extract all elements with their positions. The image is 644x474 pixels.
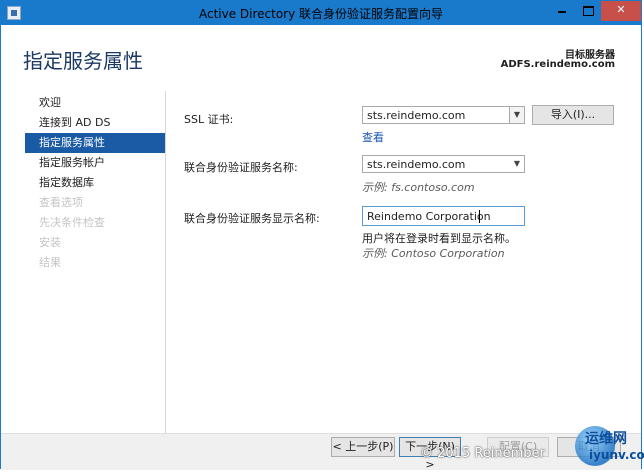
ssl-cert-value: sts.reindemo.com	[367, 109, 466, 122]
display-name-note: 用户将在登录时看到显示名称。	[362, 232, 516, 245]
previous-button[interactable]: < 上一步(P)	[331, 437, 395, 457]
maximize-icon	[582, 6, 594, 16]
title-bar[interactable]: Active Directory 联合身份验证服务配置向导 ✕	[1, 1, 641, 25]
nav-item-install: 安装	[39, 236, 61, 249]
nav-item-service-properties[interactable]: 指定服务属性	[25, 133, 166, 153]
service-name-combobox[interactable]: sts.reindemo.com ▼	[362, 155, 525, 173]
chevron-down-icon: ▼	[510, 156, 524, 172]
wizard-window: Active Directory 联合身份验证服务配置向导 ✕ 指定服务属性 目…	[0, 0, 642, 471]
display-name-value: Reindemo Corporation	[367, 210, 491, 223]
import-button[interactable]: 导入(I)...	[532, 105, 614, 125]
nav-item-service-account[interactable]: 指定服务帐户	[25, 153, 166, 173]
wizard-footer: < 上一步(P) 下一步(N) > 配置(C) 取消	[1, 433, 641, 471]
minimize-icon	[558, 11, 566, 13]
copyright-watermark: © 2015 Reinember	[420, 446, 545, 461]
ssl-cert-label: SSL 证书:	[184, 113, 234, 126]
nav-item-prereq-check: 先决条件检查	[39, 216, 105, 229]
ssl-cert-dropdown[interactable]: sts.reindemo.com ▼	[362, 106, 525, 124]
window-title: Active Directory 联合身份验证服务配置向导	[198, 7, 444, 21]
nav-item-review-options: 查看选项	[39, 196, 83, 209]
service-name-value: sts.reindemo.com	[367, 158, 466, 171]
wizard-nav: 欢迎 连接到 AD DS 指定服务属性 指定服务帐户 指定数据库 查看选项 先决…	[25, 93, 166, 273]
nav-item-connect-adds[interactable]: 连接到 AD DS	[25, 113, 166, 133]
display-name-example: 示例: Contoso Corporation	[362, 247, 505, 260]
service-name-example: 示例: fs.contoso.com	[362, 181, 475, 194]
service-name-label: 联合身份验证服务名称:	[184, 161, 298, 174]
target-server-value: ADFS.reindemo.com	[500, 59, 615, 70]
logo-line1: 运维网	[585, 431, 627, 447]
page-title: 指定服务属性	[23, 49, 143, 73]
view-cert-link[interactable]: 查看	[362, 129, 384, 145]
logo-line2: iyunv.com	[589, 448, 644, 462]
display-name-label: 联合身份验证服务显示名称:	[184, 212, 320, 225]
close-icon: ✕	[616, 3, 626, 16]
close-button[interactable]: ✕	[601, 1, 641, 21]
nav-divider	[165, 91, 166, 436]
nav-item-database[interactable]: 指定数据库	[25, 173, 166, 193]
maximize-button[interactable]	[575, 1, 601, 21]
minimize-button[interactable]	[549, 1, 575, 21]
chevron-down-icon: ▼	[509, 107, 524, 123]
text-caret	[479, 210, 480, 223]
display-name-input[interactable]: Reindemo Corporation	[362, 206, 525, 226]
site-logo: 运维网 iyunv.com	[575, 426, 644, 466]
nav-item-results: 结果	[39, 256, 61, 269]
wizard-content: 指定服务属性 目标服务器 ADFS.reindemo.com 欢迎 连接到 AD…	[1, 25, 641, 436]
nav-item-welcome[interactable]: 欢迎	[25, 93, 166, 113]
